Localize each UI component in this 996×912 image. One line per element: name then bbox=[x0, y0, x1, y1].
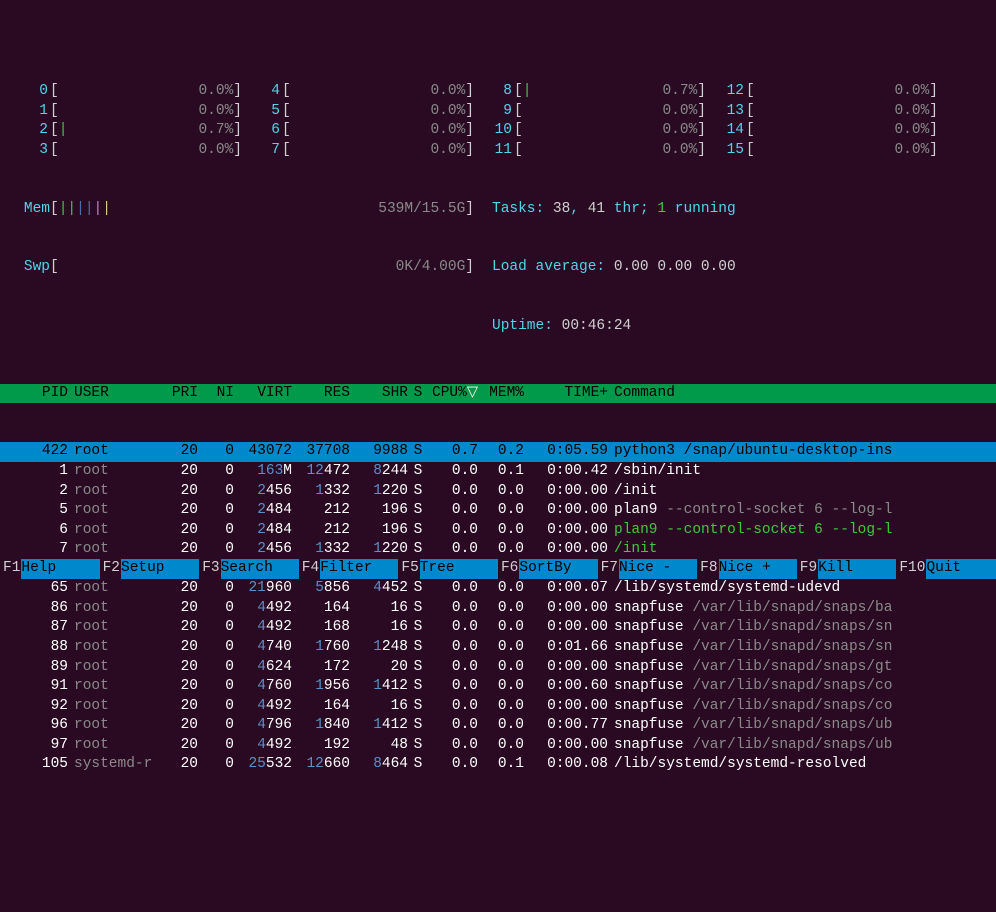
process-row[interactable]: 422root20043072377089988S0.70.20:05.59py… bbox=[0, 442, 996, 462]
process-list[interactable]: 422root20043072377089988S0.70.20:05.59py… bbox=[0, 442, 996, 775]
tasks-info: Tasks: 38, 41 thr; 1 running bbox=[474, 200, 736, 220]
fkey-label: F4 bbox=[299, 559, 320, 579]
cpu-meter: 8[|0.7%] bbox=[474, 82, 706, 102]
col-mem[interactable]: MEM% bbox=[478, 384, 524, 404]
col-res[interactable]: RES bbox=[292, 384, 350, 404]
fkey-label: F1 bbox=[0, 559, 21, 579]
footer-item[interactable]: F10Quit bbox=[896, 559, 996, 579]
process-row[interactable]: 7root200245613321220S0.00.00:00.00/init bbox=[0, 540, 996, 560]
cpu-meter: 3[0.0%] bbox=[10, 141, 242, 161]
col-shr[interactable]: SHR bbox=[350, 384, 408, 404]
col-pid[interactable]: PID bbox=[10, 384, 68, 404]
cpu-meter: 2[|0.7%] bbox=[10, 121, 242, 141]
process-row[interactable]: 96root200479618401412S0.00.00:00.77snapf… bbox=[0, 716, 996, 736]
mem-bars: |||||| bbox=[59, 200, 379, 220]
cpu-meter: 12[0.0%] bbox=[706, 82, 938, 102]
fkey-action: Search bbox=[221, 559, 299, 579]
fkey-action: Setup bbox=[121, 559, 199, 579]
process-row[interactable]: 5root2002484212196S0.00.00:00.00plan9 --… bbox=[0, 501, 996, 521]
cpu-meter: 5[0.0%] bbox=[242, 102, 474, 122]
swp-value: 0K/4.00G bbox=[396, 258, 466, 278]
fkey-action: Nice + bbox=[719, 559, 797, 579]
mem-value: 539M/15.5G bbox=[378, 200, 465, 220]
cpu-meter: 15[0.0%] bbox=[706, 141, 938, 161]
mem-label: Mem bbox=[10, 200, 50, 220]
process-row[interactable]: 87root200449216816S0.00.00:00.00snapfuse… bbox=[0, 618, 996, 638]
fkey-action: Nice - bbox=[619, 559, 697, 579]
process-row[interactable]: 86root200449216416S0.00.00:00.00snapfuse… bbox=[0, 599, 996, 619]
footer-item[interactable]: F2Setup bbox=[100, 559, 200, 579]
footer-bar: F1Help F2Setup F3SearchF4FilterF5Tree F6… bbox=[0, 559, 996, 579]
col-cpu[interactable]: CPU%▽ bbox=[428, 384, 478, 404]
footer-item[interactable]: F4Filter bbox=[299, 559, 399, 579]
fkey-label: F10 bbox=[896, 559, 926, 579]
fkey-label: F6 bbox=[498, 559, 519, 579]
process-row[interactable]: 105systemd-r20025532126608464S0.00.10:00… bbox=[0, 755, 996, 775]
uptime: Uptime: 00:46:24 bbox=[474, 317, 631, 337]
swp-label: Swp bbox=[10, 258, 50, 278]
footer-item[interactable]: F3Search bbox=[199, 559, 299, 579]
footer-item[interactable]: F5Tree bbox=[398, 559, 498, 579]
process-row[interactable]: 92root200449216416S0.00.00:00.00snapfuse… bbox=[0, 697, 996, 717]
col-time[interactable]: TIME+ bbox=[524, 384, 608, 404]
mem-row: Mem [ |||||| 539M/15.5G ] Tasks: 38, 41 … bbox=[0, 200, 996, 220]
footer-item[interactable]: F1Help bbox=[0, 559, 100, 579]
process-row[interactable]: 91root200476019561412S0.00.00:00.60snapf… bbox=[0, 677, 996, 697]
process-row[interactable]: 89root200462417220S0.00.00:00.00snapfuse… bbox=[0, 658, 996, 678]
fkey-action: Filter bbox=[320, 559, 398, 579]
cpu-meter: 7[0.0%] bbox=[242, 141, 474, 161]
process-row[interactable]: 65root2002196058564452S0.00.00:00.07/lib… bbox=[0, 579, 996, 599]
fkey-action: Kill bbox=[818, 559, 896, 579]
swp-bars bbox=[59, 258, 396, 278]
col-user[interactable]: USER bbox=[68, 384, 154, 404]
footer-item[interactable]: F9Kill bbox=[797, 559, 897, 579]
cpu-meter: 1[0.0%] bbox=[10, 102, 242, 122]
process-row[interactable]: 1root200163M124728244S0.00.10:00.42/sbin… bbox=[0, 462, 996, 482]
fkey-label: F7 bbox=[598, 559, 619, 579]
cpu-meter: 0[0.0%] bbox=[10, 82, 242, 102]
uptime-row: Uptime: 00:46:24 bbox=[0, 317, 996, 337]
cpu-meter: 11[0.0%] bbox=[474, 141, 706, 161]
cpu-meter: 4[0.0%] bbox=[242, 82, 474, 102]
col-virt[interactable]: VIRT bbox=[234, 384, 292, 404]
footer-item[interactable]: F7Nice - bbox=[598, 559, 698, 579]
cpu-meter: 13[0.0%] bbox=[706, 102, 938, 122]
footer-item[interactable]: F6SortBy bbox=[498, 559, 598, 579]
fkey-action: Help bbox=[21, 559, 99, 579]
footer-item[interactable]: F8Nice + bbox=[697, 559, 797, 579]
cpu-meter: 9[0.0%] bbox=[474, 102, 706, 122]
cpu-meter: 10[0.0%] bbox=[474, 121, 706, 141]
col-ni[interactable]: NI bbox=[198, 384, 234, 404]
cpu-meter: 6[0.0%] bbox=[242, 121, 474, 141]
cpu-meters: 0[0.0%]4[0.0%]8[|0.7%]12[0.0%] 1[0.0%]5[0… bbox=[0, 78, 996, 160]
process-row[interactable]: 6root2002484212196S0.00.00:00.00plan9 --… bbox=[0, 521, 996, 541]
fkey-label: F2 bbox=[100, 559, 121, 579]
swp-row: Swp [ 0K/4.00G ] Load average: 0.00 0.00… bbox=[0, 258, 996, 278]
process-row[interactable]: 2root200245613321220S0.00.00:00.00/init bbox=[0, 482, 996, 502]
col-s[interactable]: S bbox=[408, 384, 428, 404]
column-header[interactable]: PID USER PRI NI VIRT RES SHR S CPU%▽ MEM… bbox=[0, 384, 996, 404]
fkey-action: Tree bbox=[420, 559, 498, 579]
fkey-action: SortBy bbox=[519, 559, 597, 579]
col-cmd[interactable]: Command bbox=[608, 384, 986, 404]
fkey-label: F5 bbox=[398, 559, 419, 579]
sort-indicator-icon: ▽ bbox=[467, 385, 478, 401]
process-row[interactable]: 88root200474017601248S0.00.00:01.66snapf… bbox=[0, 638, 996, 658]
fkey-label: F8 bbox=[697, 559, 718, 579]
fkey-label: F9 bbox=[797, 559, 818, 579]
fkey-action: Quit bbox=[926, 559, 995, 579]
cpu-meter: 14[0.0%] bbox=[706, 121, 938, 141]
fkey-label: F3 bbox=[199, 559, 220, 579]
col-pri[interactable]: PRI bbox=[154, 384, 198, 404]
process-row[interactable]: 97root200449219248S0.00.00:00.00snapfuse… bbox=[0, 736, 996, 756]
load-average: Load average: 0.00 0.00 0.00 bbox=[474, 258, 736, 278]
